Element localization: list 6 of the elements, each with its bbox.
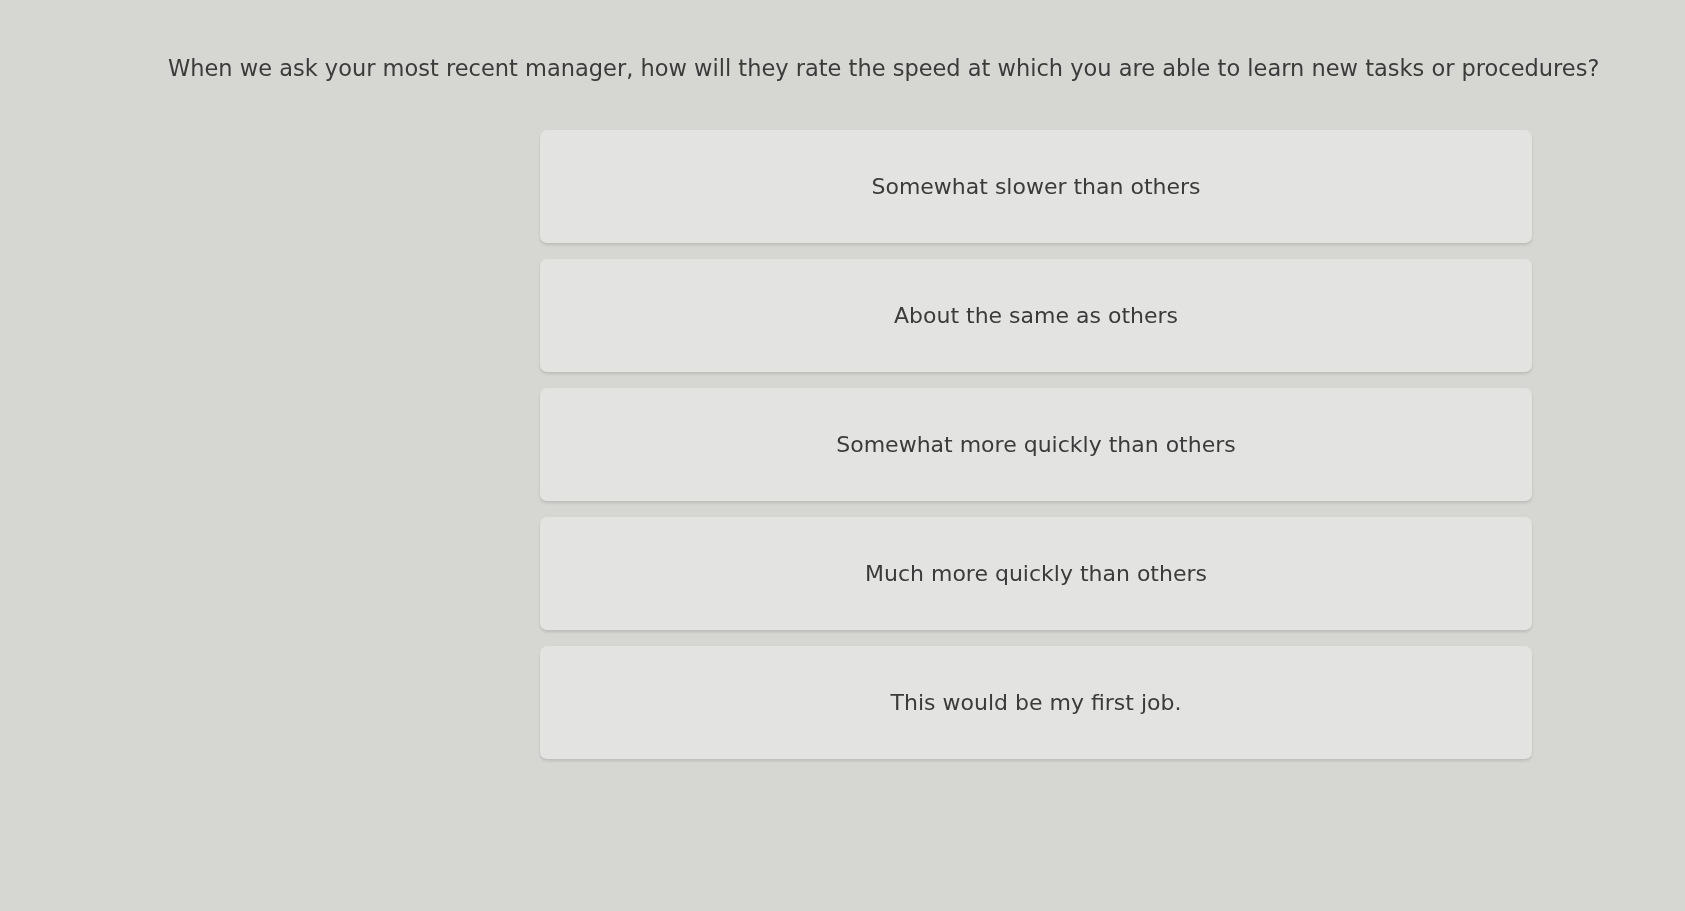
answer-option[interactable]: This would be my first job. — [540, 646, 1532, 759]
question-text: When we ask your most recent manager, how will they rate the speed at which you are able to learn new tasks or procedures? — [168, 54, 1601, 83]
answer-option[interactable]: About the same as others — [540, 259, 1532, 372]
answer-option[interactable]: Somewhat slower than others — [540, 130, 1532, 243]
answer-option[interactable]: Much more quickly than others — [540, 517, 1532, 630]
answer-option[interactable]: Somewhat more quickly than others — [540, 388, 1532, 501]
